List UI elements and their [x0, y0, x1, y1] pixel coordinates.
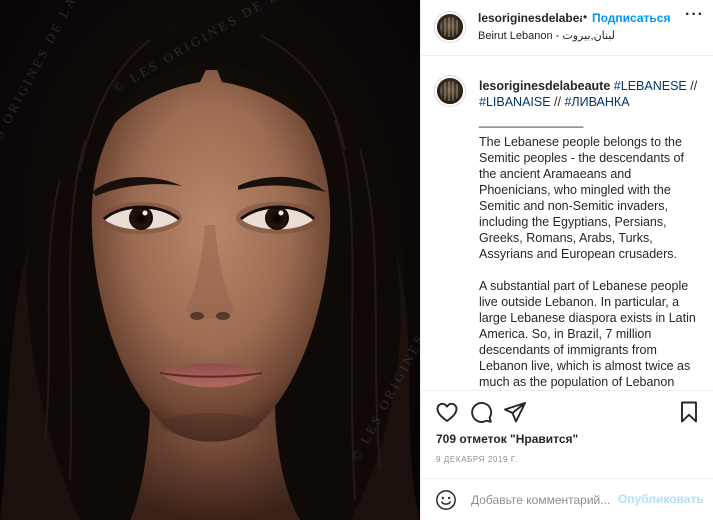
publish-button[interactable]: Опубликовать	[618, 492, 704, 506]
caption-paragraph: A substantial part of Lebanese people li…	[479, 279, 696, 389]
caption-area[interactable]: lesoriginesdelabeaute #LEBANESE // #LIBA…	[421, 57, 713, 391]
paper-plane-icon[interactable]	[503, 400, 527, 424]
instagram-post: © LES ORIGINES DE LA BEAUTE © LES ORIGIN…	[0, 0, 713, 520]
caption-text: The Lebanese people belongs to the Semit…	[479, 134, 701, 390]
caption-divider: _______________	[479, 114, 584, 128]
smile-icon[interactable]	[435, 489, 457, 511]
caption-avatar[interactable]	[435, 76, 465, 106]
author-avatar[interactable]	[435, 12, 465, 42]
bookmark-icon[interactable]	[677, 400, 701, 424]
comment-input[interactable]	[471, 491, 613, 509]
follow-button[interactable]: Подписаться	[592, 11, 670, 25]
hashtag-link[interactable]: #LEBANESE	[614, 79, 687, 93]
caption-paragraph: The Lebanese people belongs to the Semit…	[479, 135, 684, 261]
more-options-icon[interactable]: ···	[685, 6, 704, 24]
tag-separator: //	[686, 79, 698, 93]
post-photo[interactable]: © LES ORIGINES DE LA BEAUTE © LES ORIGIN…	[0, 0, 420, 520]
heart-icon[interactable]	[435, 400, 459, 424]
tag-separator: //	[550, 95, 565, 109]
author-username[interactable]: lesoriginesdelabeaute	[478, 11, 582, 25]
separator-dot: •	[583, 10, 588, 24]
likes-count[interactable]: 709 отметок "Нравится"	[436, 432, 578, 446]
hashtag-link[interactable]: #ЛИВАНКА	[564, 95, 629, 109]
comment-icon[interactable]	[469, 400, 493, 424]
post-header: lesoriginesdelabeaute • Подписаться ··· …	[421, 0, 713, 56]
comment-bar: Опубликовать	[421, 478, 713, 520]
action-bar	[421, 392, 713, 432]
hashtag-link[interactable]: #LIBANAISE	[479, 95, 551, 109]
caption-username[interactable]: lesoriginesdelabeaute	[479, 79, 610, 93]
post-date[interactable]: 9 ДЕКАБРЯ 2019 Г.	[436, 455, 518, 464]
post-location[interactable]: Beirut Lebanon - لبنان,بيروت	[478, 29, 615, 42]
post-side-panel: lesoriginesdelabeaute • Подписаться ··· …	[420, 0, 713, 520]
caption-body: lesoriginesdelabeaute #LEBANESE // #LIBA…	[479, 78, 701, 390]
